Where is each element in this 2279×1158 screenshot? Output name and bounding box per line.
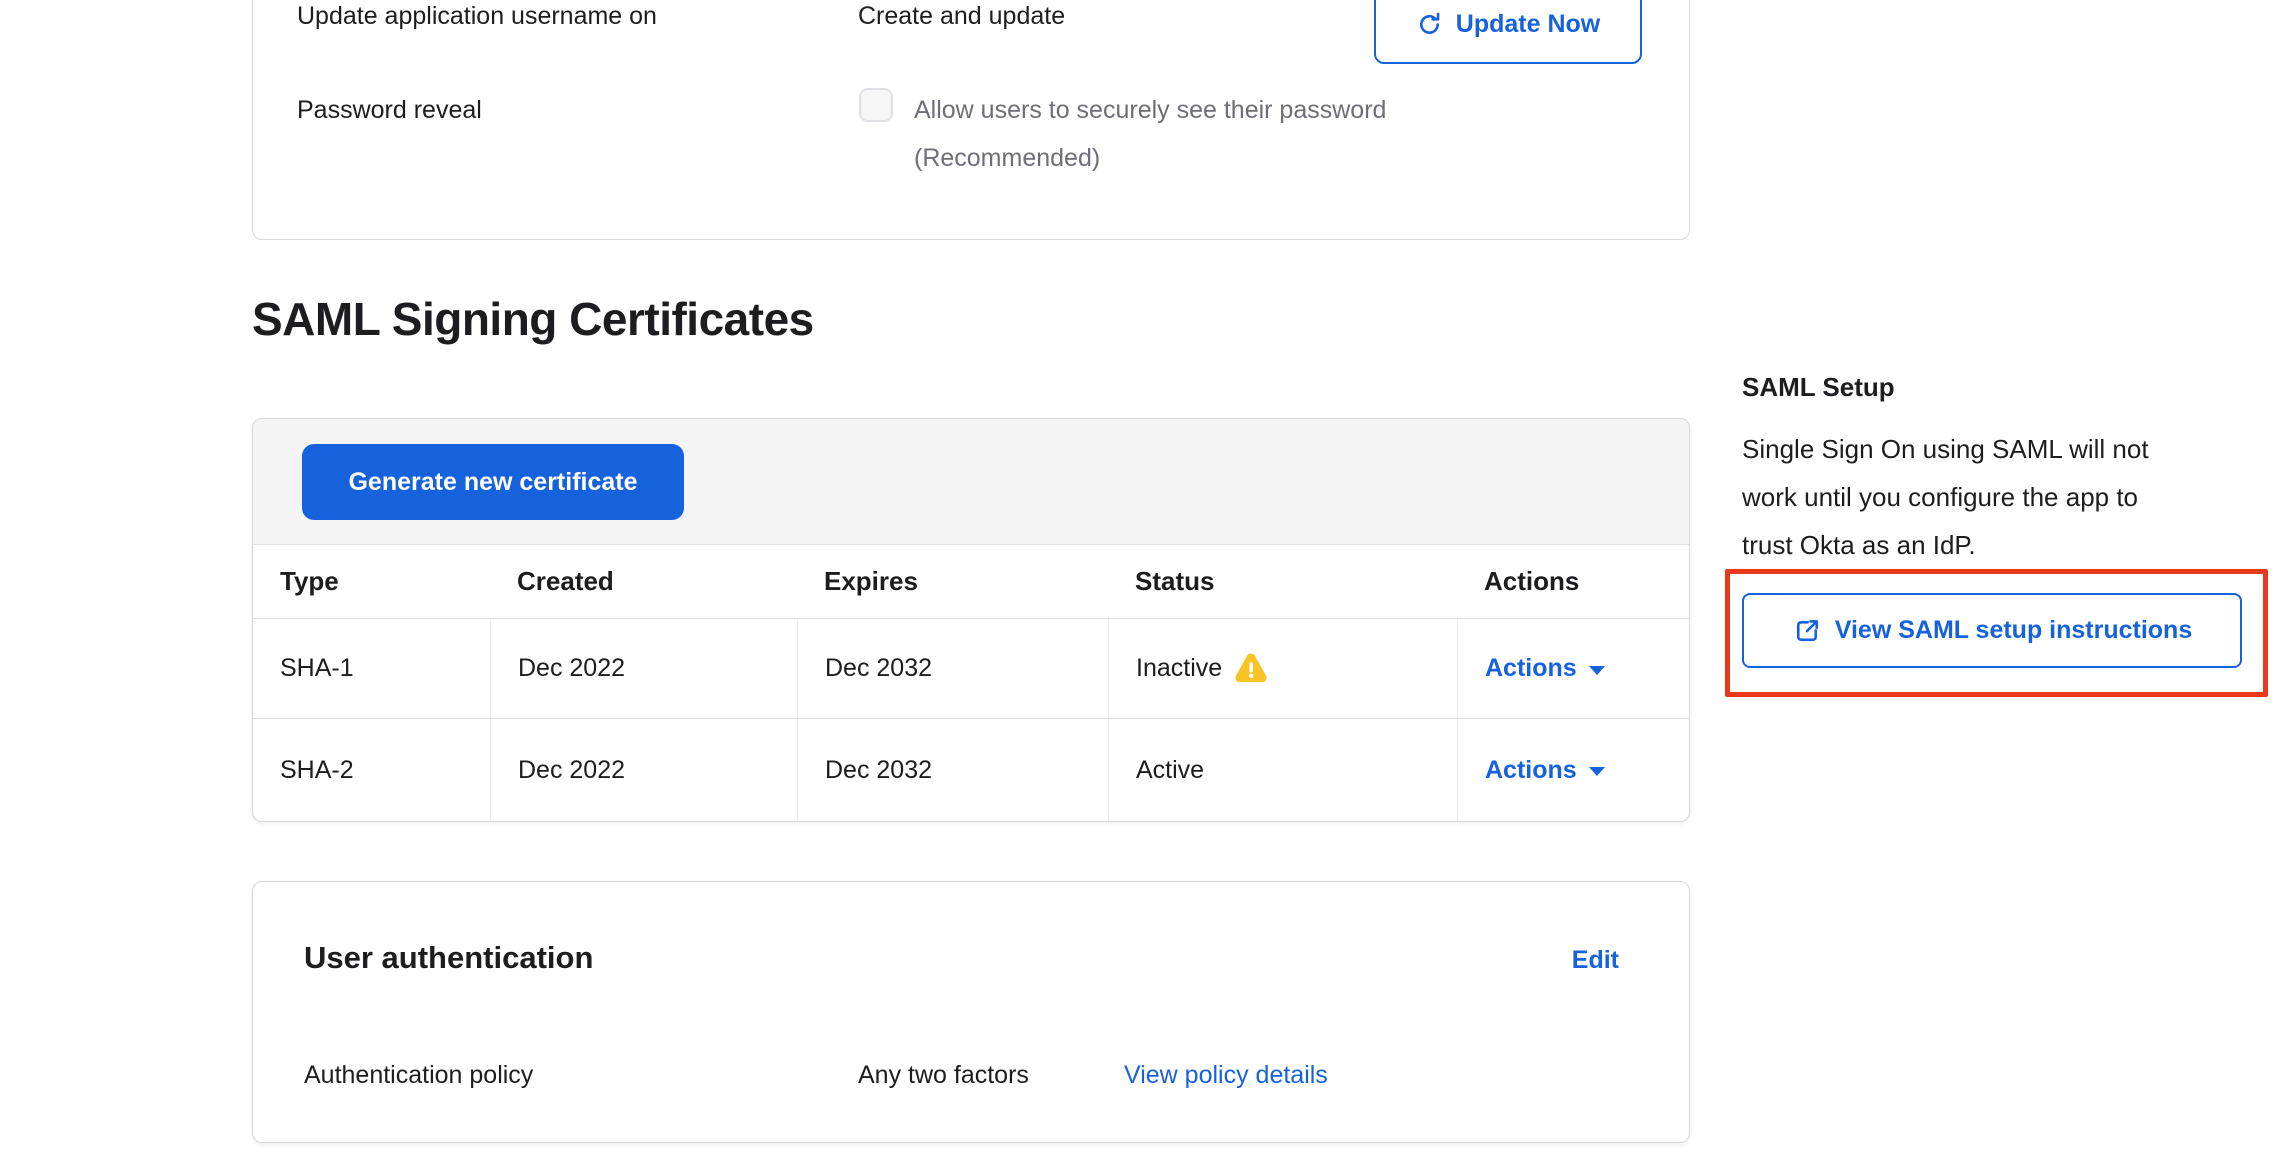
password-reveal-caption-line2: (Recommended) <box>914 144 1100 173</box>
refresh-icon <box>1416 11 1443 38</box>
password-reveal-checkbox[interactable] <box>859 88 893 122</box>
certificates-table-header: Type Created Expires Status Actions <box>253 545 1689 618</box>
cell-created: Dec 2022 <box>490 719 797 821</box>
cell-created: Dec 2022 <box>490 619 797 718</box>
column-header-expires: Expires <box>797 566 1108 597</box>
actions-dropdown-sha1[interactable]: Actions <box>1485 654 1605 683</box>
caret-down-icon <box>1589 666 1605 675</box>
authentication-policy-label: Authentication policy <box>304 1061 533 1090</box>
cell-expires: Dec 2032 <box>797 619 1108 718</box>
table-row-sha2: SHA-2 Dec 2022 Dec 2032 Active Actions <box>253 718 1689 821</box>
authentication-policy-value: Any two factors <box>858 1061 1029 1090</box>
column-header-actions: Actions <box>1457 566 1691 597</box>
edit-link[interactable]: Edit <box>1572 946 1619 975</box>
generate-new-certificate-button[interactable]: Generate new certificate <box>302 444 684 520</box>
cell-status: Active <box>1136 756 1204 785</box>
update-now-button[interactable]: Update Now <box>1374 0 1642 64</box>
table-row-sha1: SHA-1 Dec 2022 Dec 2032 Inactive Actions <box>253 618 1689 718</box>
column-header-created: Created <box>490 566 797 597</box>
highlight-annotation-box: View SAML setup instructions <box>1725 569 2268 697</box>
column-header-type: Type <box>253 566 490 597</box>
saml-setup-heading: SAML Setup <box>1742 372 1895 403</box>
saml-setup-description-line1: Single Sign On using SAML will not <box>1742 434 2279 465</box>
cell-type: SHA-2 <box>253 719 490 821</box>
cell-type: SHA-1 <box>253 619 490 718</box>
cell-status: Inactive <box>1136 654 1222 683</box>
saml-setup-description-line3: trust Okta as an IdP. <box>1742 530 2279 561</box>
column-header-status: Status <box>1108 566 1457 597</box>
username-update-value: Create and update <box>858 2 1065 31</box>
actions-label: Actions <box>1485 654 1577 683</box>
warning-triangle-icon <box>1234 653 1268 684</box>
saml-setup-description-line2: work until you configure the app to <box>1742 482 2279 513</box>
view-policy-details-link[interactable]: View policy details <box>1124 1061 1328 1090</box>
user-authentication-card: User authentication Edit Authentication … <box>252 881 1690 1143</box>
caret-down-icon <box>1589 767 1605 776</box>
saml-signing-certificates-heading: SAML Signing Certificates <box>252 292 814 346</box>
password-reveal-label: Password reveal <box>297 96 482 125</box>
view-saml-setup-instructions-label: View SAML setup instructions <box>1835 616 2192 645</box>
provisioning-settings-card: Update application username on Create an… <box>252 0 1690 240</box>
password-reveal-caption-line1: Allow users to securely see their passwo… <box>914 96 1386 125</box>
external-link-icon <box>1792 616 1822 646</box>
actions-dropdown-sha2[interactable]: Actions <box>1485 756 1605 785</box>
cell-expires: Dec 2032 <box>797 719 1108 821</box>
actions-label: Actions <box>1485 756 1577 785</box>
username-update-label: Update application username on <box>297 2 657 31</box>
certificates-toolbar: Generate new certificate <box>253 419 1689 545</box>
view-saml-setup-instructions-button[interactable]: View SAML setup instructions <box>1742 593 2242 668</box>
update-now-label: Update Now <box>1456 10 1600 39</box>
user-authentication-heading: User authentication <box>304 940 593 976</box>
certificates-table-card: Generate new certificate Type Created Ex… <box>252 418 1690 822</box>
